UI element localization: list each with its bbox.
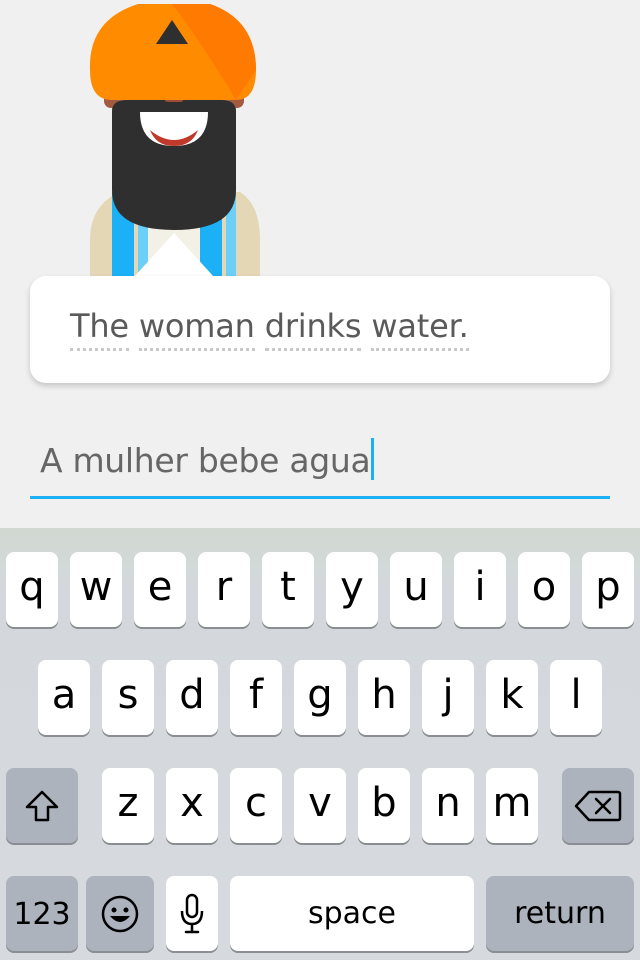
key-label: a — [51, 672, 77, 718]
emoji-key[interactable] — [86, 876, 154, 951]
shift-icon — [25, 790, 59, 821]
key-label: q — [19, 564, 45, 610]
answer-text-container: A mulher bebe agua — [40, 438, 375, 480]
key-w[interactable]: w — [70, 552, 122, 627]
key-y[interactable]: y — [326, 552, 378, 627]
key-q[interactable]: q — [6, 552, 58, 627]
key-l[interactable]: l — [550, 660, 602, 735]
key-label: o — [531, 564, 557, 610]
key-label: f — [248, 672, 264, 718]
prompt-sentence: The woman drinks water. — [70, 306, 469, 351]
key-d[interactable]: d — [166, 660, 218, 735]
prompt-word[interactable]: The — [70, 306, 129, 351]
keyboard-row-2: a s d f g h j k l — [0, 660, 640, 740]
key-label: x — [180, 780, 204, 826]
key-label: y — [340, 564, 364, 610]
key-label: z — [117, 780, 139, 826]
key-label: c — [245, 780, 267, 826]
key-a[interactable]: a — [38, 660, 90, 735]
key-u[interactable]: u — [390, 552, 442, 627]
on-screen-keyboard: q w e r t y u i o p a s d f g h j k l z … — [0, 528, 640, 960]
text-caret — [371, 438, 375, 480]
key-f[interactable]: f — [230, 660, 282, 735]
key-label: l — [570, 672, 582, 718]
key-label: w — [79, 564, 113, 610]
key-g[interactable]: g — [294, 660, 346, 735]
return-key[interactable]: return — [486, 876, 634, 951]
key-h[interactable]: h — [358, 660, 410, 735]
key-label: return — [514, 896, 606, 931]
key-label: m — [492, 780, 532, 826]
key-n[interactable]: n — [422, 768, 474, 843]
shift-key[interactable] — [6, 768, 78, 843]
key-label: p — [595, 564, 621, 610]
keyboard-row-1: q w e r t y u i o p — [0, 552, 640, 632]
backspace-icon — [574, 790, 622, 821]
key-e[interactable]: e — [134, 552, 186, 627]
speech-bubble-tail — [134, 233, 214, 277]
key-label: g — [307, 672, 333, 718]
prompt-speech-bubble: The woman drinks water. — [30, 276, 610, 383]
key-label: 123 — [13, 897, 71, 932]
prompt-word[interactable]: water. — [371, 306, 469, 351]
prompt-word[interactable]: woman — [138, 306, 255, 351]
key-label: i — [474, 564, 486, 610]
key-s[interactable]: s — [102, 660, 154, 735]
key-b[interactable]: b — [358, 768, 410, 843]
keyboard-row-3: z x c v b n m — [0, 768, 640, 848]
space-key[interactable]: space — [230, 876, 474, 951]
key-label: u — [403, 564, 429, 610]
key-label: k — [500, 672, 524, 718]
key-label: j — [442, 672, 454, 718]
key-p[interactable]: p — [582, 552, 634, 627]
key-label: b — [371, 780, 397, 826]
emoji-icon — [101, 895, 139, 932]
key-label: space — [307, 896, 396, 931]
key-t[interactable]: t — [262, 552, 314, 627]
backspace-key[interactable] — [562, 768, 634, 843]
numbers-key[interactable]: 123 — [6, 876, 78, 951]
key-z[interactable]: z — [102, 768, 154, 843]
key-label: r — [215, 564, 233, 610]
key-j[interactable]: j — [422, 660, 474, 735]
key-label: v — [308, 780, 332, 826]
key-i[interactable]: i — [454, 552, 506, 627]
key-m[interactable]: m — [486, 768, 538, 843]
microphone-key[interactable] — [166, 876, 218, 951]
key-v[interactable]: v — [294, 768, 346, 843]
answer-value: A mulher bebe agua — [40, 441, 371, 480]
key-o[interactable]: o — [518, 552, 570, 627]
key-c[interactable]: c — [230, 768, 282, 843]
prompt-word[interactable]: drinks — [264, 306, 362, 351]
key-k[interactable]: k — [486, 660, 538, 735]
keyboard-row-4: 123 space return — [0, 876, 640, 956]
answer-input[interactable]: A mulher bebe agua — [30, 430, 610, 499]
key-label: d — [179, 672, 205, 718]
key-label: h — [371, 672, 397, 718]
key-r[interactable]: r — [198, 552, 250, 627]
key-label: t — [280, 564, 296, 610]
key-label: e — [147, 564, 173, 610]
key-label: n — [435, 780, 461, 826]
microphone-icon — [180, 893, 204, 933]
key-x[interactable]: x — [166, 768, 218, 843]
key-label: s — [117, 672, 139, 718]
